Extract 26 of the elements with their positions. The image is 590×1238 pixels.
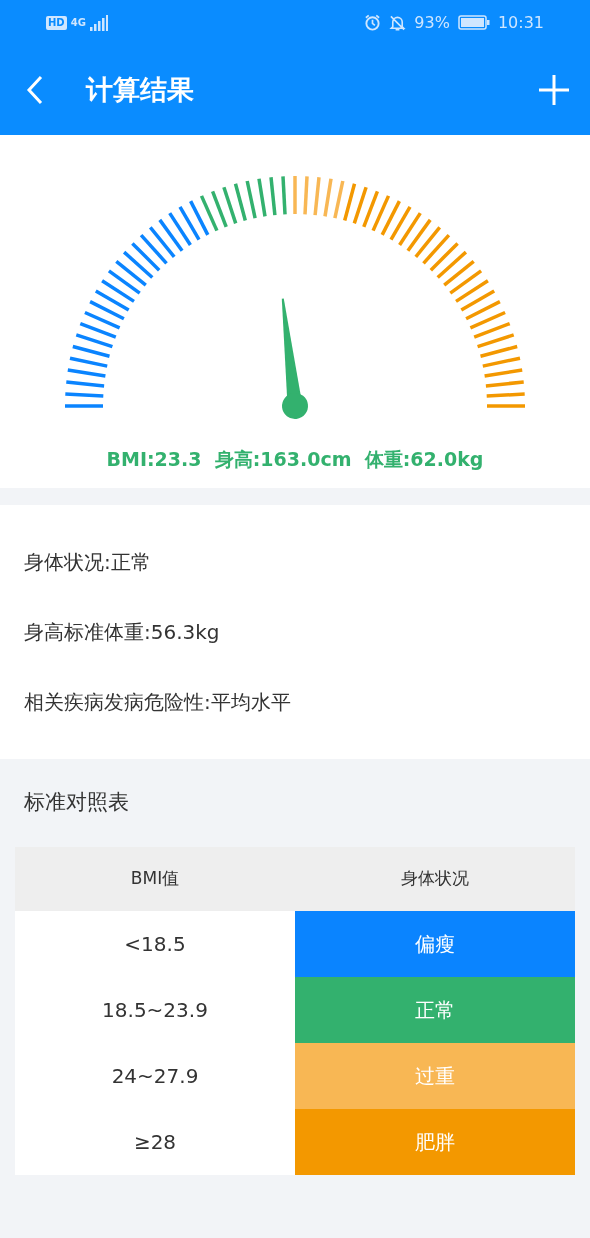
battery-icon xyxy=(457,15,490,30)
table-title: 标准对照表 xyxy=(23,789,130,816)
detail-text: 身体状况:正常 xyxy=(24,549,151,576)
alarm-icon xyxy=(364,14,382,31)
status-cell: 肥胖 xyxy=(295,1108,575,1175)
bell-off-icon xyxy=(389,13,407,32)
battery-percent: 93% xyxy=(414,11,450,34)
status-cell: 过重 xyxy=(295,1042,575,1109)
detail-text: 相关疾病发病危险性:平均水平 xyxy=(24,689,291,716)
page-title: 计算结果 xyxy=(86,72,194,107)
column-header: 身体状况 xyxy=(295,846,575,911)
add-icon[interactable] xyxy=(538,74,570,106)
signal-icon xyxy=(89,14,108,31)
back-icon[interactable] xyxy=(26,75,44,105)
clock-time: 10:31 xyxy=(497,11,544,34)
table-cell: <18.5 xyxy=(15,910,295,977)
bmi-reading: BMI:23.3 身高:163.0cm 体重:62.0kg xyxy=(106,447,484,472)
table-cell: 24~27.9 xyxy=(15,1042,295,1109)
status-cell: 正常 xyxy=(295,976,575,1043)
table-cell: 18.5~23.9 xyxy=(15,976,295,1043)
table-cell: ≥28 xyxy=(15,1108,295,1175)
detail-text: 身高标准体重:56.3kg xyxy=(24,619,220,646)
status-cell: 偏瘦 xyxy=(295,910,575,977)
column-header: BMI值 xyxy=(15,846,295,911)
network-type: 4G xyxy=(70,17,86,28)
hd-indicator: HD xyxy=(46,15,67,30)
